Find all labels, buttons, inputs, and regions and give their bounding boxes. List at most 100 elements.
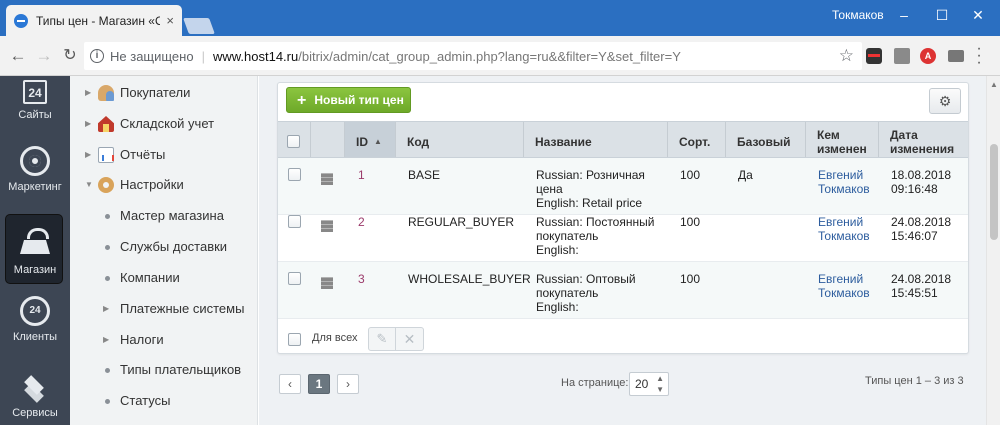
url-host: www.host14.ru <box>212 48 299 64</box>
header-label: ID <box>356 134 368 149</box>
drag-handle-icon[interactable]: ▬ ▬ ▬ <box>321 167 333 187</box>
cell-modified-by[interactable]: Евгений Токмаков <box>818 215 876 243</box>
url-path: /bitrix/admin/cat_group_admin.php?lang=r… <box>298 48 681 64</box>
table-row[interactable]: ▬ ▬ ▬ 3 WHOLESALE_BUYER Russian: Оптовый п… <box>278 262 968 319</box>
browser-menu-icon[interactable]: · · · <box>976 41 982 71</box>
time-value: 15:46:07 <box>891 229 938 243</box>
header-sort[interactable]: Сорт. <box>668 122 726 157</box>
expand-arrow-icon[interactable]: ▶ <box>85 145 91 165</box>
forward-arrow-icon[interactable]: → <box>34 46 54 66</box>
cell-id[interactable]: 1 <box>358 168 365 182</box>
expand-arrow-icon[interactable]: ▶ <box>103 330 109 350</box>
cell-name: Russian: Розничная цена English: Retail … <box>536 168 671 210</box>
tree-item-taxes[interactable]: ▶ Налоги <box>70 330 258 350</box>
header-label: Кем изменен <box>817 127 867 156</box>
name-ru: Russian: Постоянный покупатель <box>536 215 655 243</box>
table-row[interactable]: ▬ ▬ ▬ 2 REGULAR_BUYER Russian: Постоянный … <box>278 205 968 262</box>
date-value: 24.08.2018 <box>891 272 952 286</box>
address-bar[interactable]: i Не защищено | www.host14.ru/bitrix/adm… <box>84 42 862 70</box>
window-close-icon[interactable]: ✕ <box>964 4 992 26</box>
tab-title: Типы цен - Магазин «О <box>36 13 161 28</box>
tab-close-icon[interactable]: × <box>166 13 174 28</box>
tree-item-reports[interactable]: ▶ Отчёты <box>70 145 258 165</box>
header-code[interactable]: Код <box>396 122 524 157</box>
cell-code: BASE <box>408 168 441 182</box>
header-modified-by[interactable]: Кем изменен <box>806 122 879 157</box>
rail-item-services[interactable]: Сервисы <box>0 372 70 425</box>
expand-arrow-icon[interactable]: ▶ <box>85 83 91 103</box>
header-id[interactable]: ID ▲ <box>345 122 396 157</box>
extension-adblock-icon[interactable]: A <box>920 48 936 64</box>
scroll-thumb[interactable] <box>990 144 998 240</box>
group-delete-button[interactable]: ✕ <box>396 327 424 351</box>
drag-handle-icon[interactable]: ▬ ▬ ▬ <box>321 271 333 291</box>
reload-icon[interactable]: ↻ <box>60 46 80 66</box>
cell-modified-by[interactable]: Евгений Токмаков <box>818 168 876 196</box>
minimize-icon[interactable]: – <box>890 4 918 26</box>
bitrix-favicon-icon <box>14 13 28 28</box>
rail-item-label: Сервисы <box>12 407 58 419</box>
header-label: Название <box>535 134 592 149</box>
cell-modified-by[interactable]: Евгений Токмаков <box>818 272 876 300</box>
cell-id[interactable]: 3 <box>358 272 365 286</box>
header-name[interactable]: Название <box>524 122 668 157</box>
pager-current-page[interactable]: 1 <box>308 374 330 394</box>
extension-cast-icon[interactable] <box>948 50 964 62</box>
tree-item-delivery[interactable]: Службы доставки <box>70 237 258 257</box>
per-page-value: 20 <box>635 377 649 391</box>
header-label: Код <box>407 134 430 149</box>
rail-item-marketing[interactable]: Маркетинг <box>0 146 70 216</box>
bookmark-star-icon[interactable]: ☆ <box>839 46 854 66</box>
new-tab-button[interactable] <box>183 18 215 34</box>
header-base[interactable]: Базовый <box>726 122 806 157</box>
rail-item-label: Сайты <box>18 109 52 121</box>
collapse-arrow-icon[interactable]: ▼ <box>85 175 93 195</box>
pager-next-button[interactable]: › <box>337 374 359 394</box>
bullet-icon <box>105 276 110 281</box>
drag-handle-icon[interactable]: ▬ ▬ ▬ <box>321 214 333 234</box>
cell-base: Да <box>738 168 753 182</box>
row-checkbox[interactable] <box>288 215 301 228</box>
extension-doc-icon[interactable] <box>894 48 910 64</box>
row-checkbox[interactable] <box>288 168 301 181</box>
browser-user-label[interactable]: Токмаков <box>832 8 884 22</box>
for-all-checkbox[interactable] <box>288 333 301 346</box>
tree-item-companies[interactable]: Компании <box>70 268 258 288</box>
tree-item-payer-types[interactable]: Типы плательщиков <box>70 360 258 380</box>
expand-arrow-icon[interactable]: ▶ <box>85 114 91 134</box>
group-edit-button[interactable]: ✎ <box>368 327 396 351</box>
tree-item-buyers[interactable]: ▶ Покупатели <box>70 83 258 103</box>
cell-sort: 100 <box>680 215 701 229</box>
name-ru: Russian: Розничная цена <box>536 168 645 196</box>
rail-item-sites[interactable]: 24 Сайты <box>0 78 70 148</box>
per-page-select[interactable]: 20 ▲ ▼ <box>629 372 669 396</box>
rail-item-clients[interactable]: 24 Клиенты <box>0 296 70 366</box>
bullet-icon <box>105 245 110 250</box>
browser-tab[interactable]: Типы цен - Магазин «О × <box>6 5 182 36</box>
scroll-up-icon[interactable]: ▲ <box>990 80 998 89</box>
row-checkbox[interactable] <box>288 272 301 285</box>
tree-item-shop-wizard[interactable]: Мастер магазина <box>70 206 258 226</box>
info-icon[interactable]: i <box>90 49 104 63</box>
header-date[interactable]: Дата изменения <box>879 122 968 157</box>
tree-item-payment-systems[interactable]: ▶ Платежные системы <box>70 299 258 319</box>
bullet-icon <box>105 399 110 404</box>
tree-item-settings[interactable]: ▼ Настройки <box>70 175 258 195</box>
updown-chevron-icon: ▲ ▼ <box>656 374 664 394</box>
extension-mask-icon[interactable] <box>866 48 882 64</box>
rail-item-shop[interactable]: Магазин <box>0 214 70 284</box>
tree-item-warehouse[interactable]: ▶ Складской учет <box>70 114 258 134</box>
pager-prev-button[interactable]: ‹ <box>279 374 301 394</box>
tree-item-statuses[interactable]: Статусы <box>70 391 258 411</box>
add-price-type-button[interactable]: + Новый тип цен <box>286 87 411 113</box>
buyers-icon <box>98 85 114 101</box>
header-drag <box>311 122 345 157</box>
cell-id[interactable]: 2 <box>358 215 365 229</box>
page-scrollbar[interactable]: ▲ <box>986 76 1000 425</box>
maximize-icon[interactable]: ☐ <box>928 4 956 26</box>
tree-item-label: Налоги <box>120 332 164 347</box>
expand-arrow-icon[interactable]: ▶ <box>103 299 109 319</box>
select-all-checkbox[interactable] <box>287 135 300 148</box>
grid-settings-button[interactable]: ⚙ <box>929 88 961 114</box>
back-arrow-icon[interactable]: ← <box>8 46 28 66</box>
